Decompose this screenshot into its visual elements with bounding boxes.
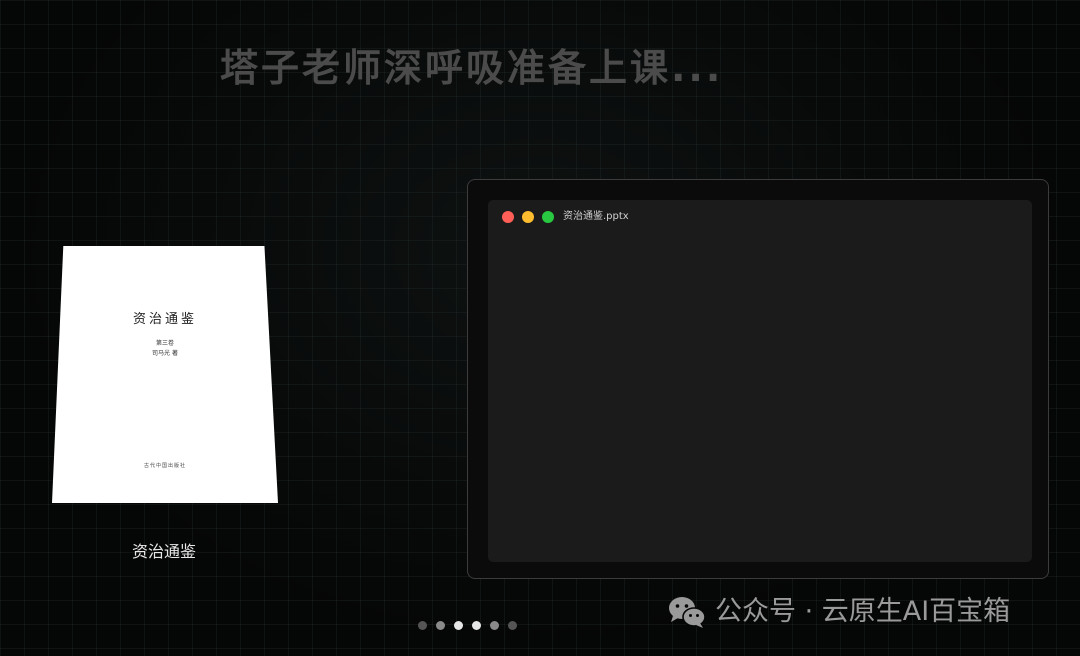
pagination-dot-4[interactable]: [472, 621, 481, 630]
pagination-dot-2[interactable]: [436, 621, 445, 630]
book-cover-card[interactable]: 资治通鉴 第三卷 司马光 著 古代中国出版社: [52, 246, 278, 503]
pagination-dot-3[interactable]: [454, 621, 463, 630]
book-caption: 资治通鉴: [131, 542, 196, 561]
pagination-dot-1[interactable]: [418, 621, 427, 630]
watermark-text: 公众号 · 云原生AI百宝箱: [715, 596, 1011, 627]
window-title: 资治通鉴.pptx: [563, 211, 629, 222]
window-maximize-button[interactable]: [542, 211, 554, 223]
window-minimize-button[interactable]: [522, 211, 534, 223]
book-cover-title: 资治通鉴: [132, 312, 197, 327]
pagination-dot-5[interactable]: [490, 621, 499, 630]
book-cover-author: 司马光 著: [152, 350, 178, 357]
wechat-icon: [669, 597, 706, 628]
pagination: [418, 621, 517, 630]
book-cover-publisher: 古代中国出版社: [143, 463, 186, 469]
device-frame: 资治通鉴.pptx: [467, 179, 1049, 579]
book-cover-volume: 第三卷: [155, 340, 174, 347]
watermark: 公众号 · 云原生AI百宝箱: [667, 592, 1010, 632]
window-close-button[interactable]: [502, 211, 514, 223]
presentation-window[interactable]: 资治通鉴.pptx: [488, 200, 1032, 562]
pagination-dot-6[interactable]: [508, 621, 517, 630]
book-cover: 资治通鉴 第三卷 司马光 著 古代中国出版社: [52, 246, 278, 503]
page-headline: 塔子老师深呼吸准备上课...: [220, 46, 724, 90]
